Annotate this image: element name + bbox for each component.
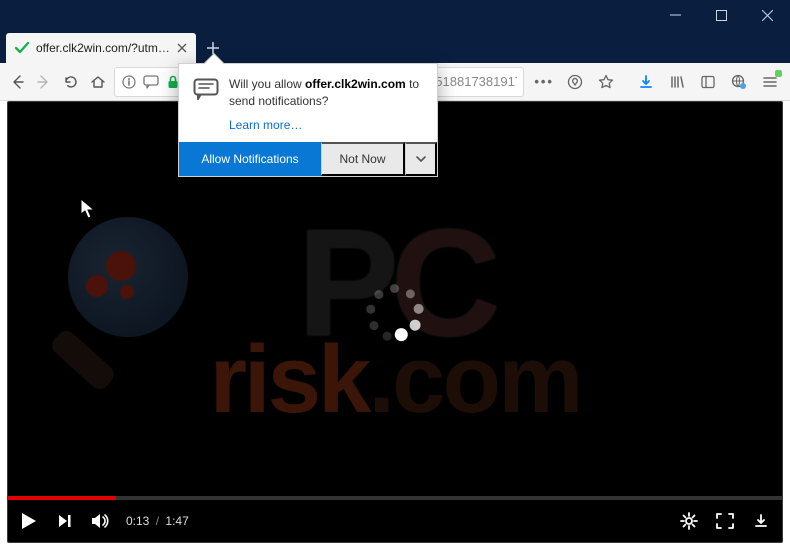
site-info-icon[interactable] [121, 74, 137, 90]
settings-button[interactable] [678, 510, 700, 532]
fullscreen-button[interactable] [714, 510, 736, 532]
maximize-icon [716, 10, 727, 21]
download-icon [638, 74, 654, 90]
reload-icon [63, 74, 79, 90]
page-actions-menu[interactable]: ••• [530, 74, 558, 89]
next-button[interactable] [54, 510, 76, 532]
forward-button[interactable] [33, 67, 54, 97]
library-button[interactable] [663, 68, 691, 96]
play-button[interactable] [18, 510, 40, 532]
app-menu-button[interactable] [756, 68, 784, 96]
video-controls: 0:13 / 1:47 [8, 496, 782, 542]
globe-shield-icon [731, 74, 747, 90]
tab-close-button[interactable] [174, 40, 190, 56]
loading-spinner [366, 284, 424, 342]
reader-icon [567, 74, 583, 90]
play-icon [21, 512, 37, 530]
volume-button[interactable] [90, 510, 112, 532]
urlbar-right-group: ••• [530, 68, 620, 96]
video-progress-played [8, 496, 116, 500]
window-minimize-button[interactable] [652, 0, 698, 30]
download-video-button[interactable] [750, 510, 772, 532]
fullscreen-icon [716, 513, 734, 529]
speech-bubble-icon [193, 78, 219, 100]
tab-title: offer.clk2win.com/?utm_term= [36, 41, 174, 55]
sidebar-button[interactable] [694, 68, 722, 96]
hamburger-icon [762, 74, 778, 90]
window-maximize-button[interactable] [698, 0, 744, 30]
arrow-right-icon [36, 74, 52, 90]
volume-icon [91, 512, 111, 530]
permission-prompt-icon[interactable] [143, 74, 159, 90]
video-time: 0:13 / 1:47 [126, 514, 189, 528]
bookmark-button[interactable] [592, 68, 620, 96]
download-icon [753, 513, 769, 529]
reader-mode-button[interactable] [561, 68, 589, 96]
learn-more-link[interactable]: Learn more… [179, 118, 437, 142]
star-icon [598, 74, 614, 90]
minimize-icon [670, 10, 681, 21]
permission-message: Will you allow offer.clk2win.com to send… [229, 76, 423, 110]
downloads-button[interactable] [632, 68, 660, 96]
chevron-down-icon [415, 153, 427, 165]
gear-icon [680, 512, 698, 530]
sidebar-icon [700, 74, 716, 90]
toolbar-right-group [632, 68, 784, 96]
reload-button[interactable] [60, 67, 81, 97]
home-icon [90, 74, 106, 90]
home-button[interactable] [87, 67, 108, 97]
tab-strip: offer.clk2win.com/?utm_term= [0, 30, 790, 63]
back-button[interactable] [6, 67, 27, 97]
not-now-dropdown[interactable] [405, 142, 437, 176]
browser-tab[interactable]: offer.clk2win.com/?utm_term= [6, 33, 196, 63]
video-progress-bar[interactable] [8, 496, 782, 500]
video-current-time: 0:13 [126, 514, 149, 528]
library-icon [669, 74, 685, 90]
arrow-left-icon [9, 74, 25, 90]
next-icon [57, 513, 73, 529]
favicon-checkmark-icon [14, 40, 30, 56]
close-icon [762, 10, 773, 21]
close-icon [177, 43, 187, 53]
allow-notifications-button[interactable]: Allow Notifications [179, 142, 321, 176]
notification-permission-popup: Will you allow offer.clk2win.com to send… [178, 63, 438, 177]
extension-button[interactable] [725, 68, 753, 96]
window-titlebar [0, 0, 790, 30]
not-now-button[interactable]: Not Now [321, 142, 405, 176]
magnifier-graphic [48, 217, 218, 387]
window-close-button[interactable] [744, 0, 790, 30]
video-duration: 1:47 [165, 514, 188, 528]
